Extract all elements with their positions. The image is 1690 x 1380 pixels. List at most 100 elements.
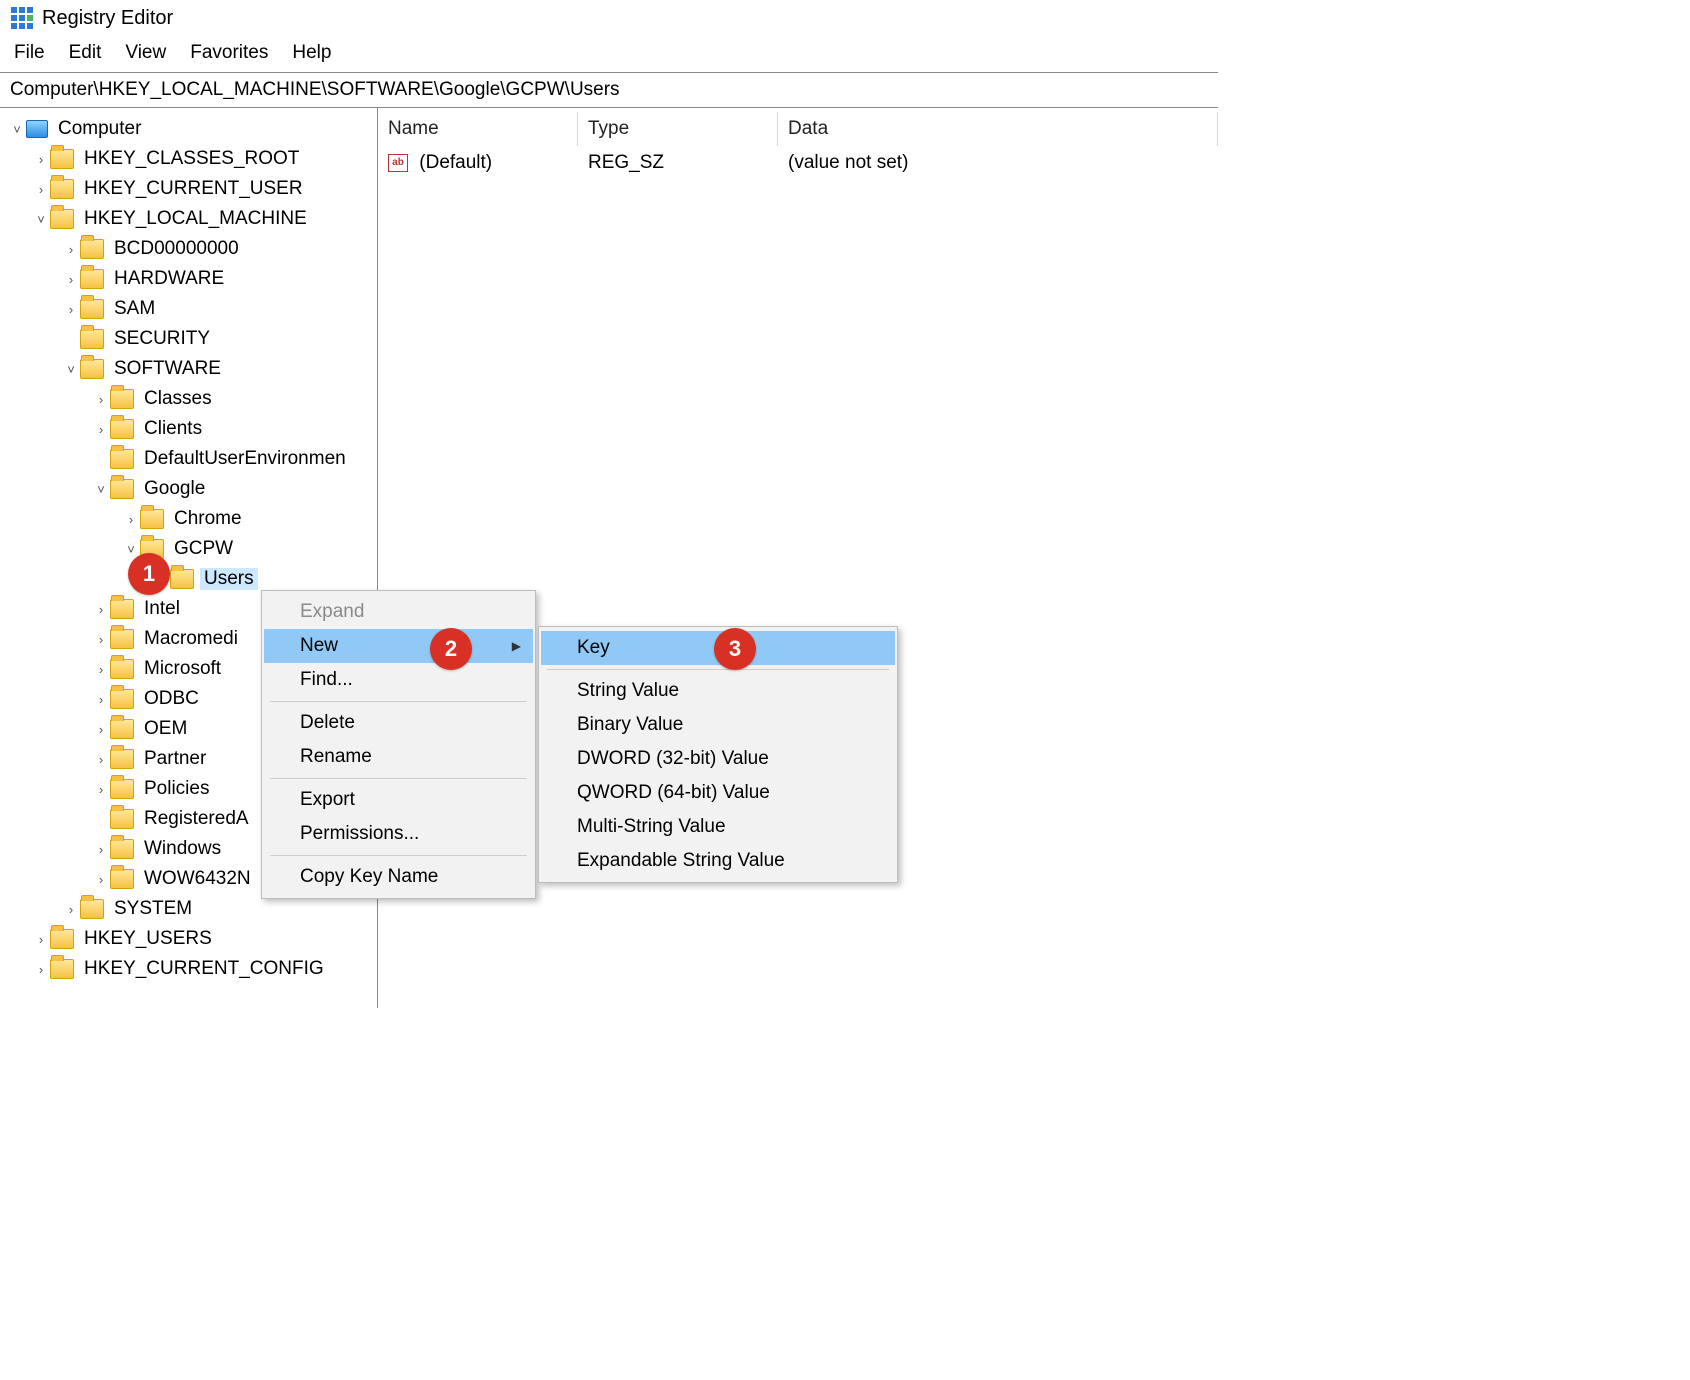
chevron-right-icon[interactable]: › <box>92 692 110 707</box>
folder-icon <box>80 269 104 289</box>
folder-icon <box>110 839 134 859</box>
col-header-name[interactable]: Name <box>378 112 578 146</box>
ctx-new-dword[interactable]: DWORD (32-bit) Value <box>541 742 895 776</box>
ctx-copy-key-name[interactable]: Copy Key Name <box>264 860 533 894</box>
tree-label: Clients <box>140 418 206 440</box>
tree-label: HKEY_CURRENT_CONFIG <box>80 958 328 980</box>
ctx-new-string[interactable]: String Value <box>541 674 895 708</box>
tree-node[interactable]: SECURITY <box>0 324 377 354</box>
folder-icon <box>110 779 134 799</box>
folder-icon <box>110 479 134 499</box>
ctx-rename[interactable]: Rename <box>264 740 533 774</box>
annotation-badge-2: 2 <box>430 628 472 670</box>
chevron-right-icon[interactable]: › <box>32 962 50 977</box>
ctx-find[interactable]: Find... <box>264 663 533 697</box>
chevron-down-icon[interactable]: ˅ <box>32 212 50 227</box>
chevron-right-icon[interactable]: › <box>62 902 80 917</box>
annotation-badge-3: 3 <box>714 628 756 670</box>
folder-icon <box>80 299 104 319</box>
chevron-right-icon[interactable]: › <box>92 392 110 407</box>
tree-node-google[interactable]: ˅ Google <box>0 474 377 504</box>
ctx-new-label: New <box>300 635 338 656</box>
menu-favorites[interactable]: Favorites <box>190 42 268 64</box>
chevron-right-icon[interactable]: › <box>62 302 80 317</box>
chevron-right-icon[interactable]: › <box>32 152 50 167</box>
tree-node-hkcu[interactable]: › HKEY_CURRENT_USER <box>0 174 377 204</box>
folder-icon <box>140 509 164 529</box>
folder-icon <box>50 149 74 169</box>
ctx-delete[interactable]: Delete <box>264 706 533 740</box>
tree-label-selected: Users <box>200 568 258 590</box>
folder-icon <box>170 569 194 589</box>
col-header-type[interactable]: Type <box>578 112 778 146</box>
menu-help[interactable]: Help <box>292 42 331 64</box>
tree-node-hkcc[interactable]: › HKEY_CURRENT_CONFIG <box>0 954 377 984</box>
menu-view[interactable]: View <box>125 42 166 64</box>
chevron-right-icon[interactable]: › <box>92 632 110 647</box>
tree-label: SOFTWARE <box>110 358 225 380</box>
tree-node-computer[interactable]: ˅ Computer <box>0 114 377 144</box>
chevron-down-icon[interactable]: ˅ <box>92 482 110 497</box>
ctx-new-qword[interactable]: QWORD (64-bit) Value <box>541 776 895 810</box>
tree-node[interactable]: › HARDWARE <box>0 264 377 294</box>
ctx-expand[interactable]: Expand <box>264 595 533 629</box>
ctx-export[interactable]: Export <box>264 783 533 817</box>
tree-node[interactable]: › BCD00000000 <box>0 234 377 264</box>
tree-node-hkcr[interactable]: › HKEY_CLASSES_ROOT <box>0 144 377 174</box>
folder-icon <box>110 449 134 469</box>
chevron-right-icon[interactable]: › <box>92 842 110 857</box>
value-row[interactable]: ab (Default) REG_SZ (value not set) <box>378 146 1218 180</box>
tree-label: Partner <box>140 748 210 770</box>
tree-label: GCPW <box>170 538 237 560</box>
blank-icon <box>92 452 110 467</box>
tree-node[interactable]: › Classes <box>0 384 377 414</box>
string-value-icon: ab <box>388 154 408 172</box>
app-icon <box>10 6 34 30</box>
context-submenu-new: Key String Value Binary Value DWORD (32-… <box>538 626 898 883</box>
chevron-right-icon[interactable]: › <box>92 422 110 437</box>
folder-icon <box>110 749 134 769</box>
titlebar: Registry Editor <box>0 0 1218 36</box>
chevron-right-icon[interactable]: › <box>92 602 110 617</box>
tree-node[interactable]: DefaultUserEnvironmen <box>0 444 377 474</box>
chevron-right-icon[interactable]: › <box>62 242 80 257</box>
chevron-right-icon[interactable]: › <box>32 932 50 947</box>
ctx-new[interactable]: New ▶ <box>264 629 533 663</box>
tree-node-software[interactable]: ˅ SOFTWARE <box>0 354 377 384</box>
chevron-down-icon[interactable]: ˅ <box>8 122 26 137</box>
tree-label: HKEY_USERS <box>80 928 216 950</box>
chevron-down-icon[interactable]: ˅ <box>122 542 140 557</box>
col-header-data[interactable]: Data <box>778 112 1218 146</box>
ctx-separator <box>547 669 889 670</box>
tree-node[interactable]: › Chrome <box>0 504 377 534</box>
tree-node-hklm[interactable]: ˅ HKEY_LOCAL_MACHINE <box>0 204 377 234</box>
menu-edit[interactable]: Edit <box>69 42 102 64</box>
chevron-right-icon[interactable]: › <box>62 272 80 287</box>
tree-node[interactable]: › SAM <box>0 294 377 324</box>
chevron-right-icon[interactable]: › <box>32 182 50 197</box>
tree-node-hku[interactable]: › HKEY_USERS <box>0 924 377 954</box>
ctx-new-binary[interactable]: Binary Value <box>541 708 895 742</box>
chevron-right-icon[interactable]: › <box>92 872 110 887</box>
chevron-right-icon[interactable]: › <box>122 512 140 527</box>
tree-label: Google <box>140 478 209 500</box>
folder-icon <box>110 599 134 619</box>
chevron-right-icon[interactable]: › <box>92 782 110 797</box>
chevron-right-icon[interactable]: › <box>92 662 110 677</box>
ctx-permissions[interactable]: Permissions... <box>264 817 533 851</box>
chevron-right-icon[interactable]: › <box>92 722 110 737</box>
chevron-right-icon[interactable]: › <box>92 752 110 767</box>
annotation-badge-1: 1 <box>128 553 170 595</box>
folder-icon <box>50 179 74 199</box>
menu-file[interactable]: File <box>14 42 45 64</box>
ctx-new-expandstring[interactable]: Expandable String Value <box>541 844 895 878</box>
tree-label: ODBC <box>140 688 203 710</box>
tree-node-gcpw[interactable]: ˅ GCPW <box>0 534 377 564</box>
chevron-down-icon[interactable]: ˅ <box>62 362 80 377</box>
address-bar[interactable]: Computer\HKEY_LOCAL_MACHINE\SOFTWARE\Goo… <box>0 72 1218 108</box>
tree-label: HARDWARE <box>110 268 228 290</box>
tree-label: SAM <box>110 298 159 320</box>
ctx-new-multistring[interactable]: Multi-String Value <box>541 810 895 844</box>
folder-icon <box>50 959 74 979</box>
tree-node[interactable]: › Clients <box>0 414 377 444</box>
